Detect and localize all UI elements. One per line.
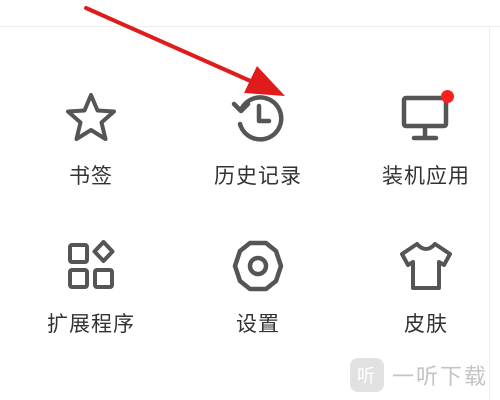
menu-item-label: 书签 <box>69 164 113 188</box>
watermark: 听 一听下载 <box>349 358 488 392</box>
menu-item-label: 设置 <box>236 312 280 336</box>
menu-item-bookmarks[interactable]: 书签 <box>26 90 156 210</box>
history-icon <box>230 90 286 146</box>
watermark-text: 一听下载 <box>391 365 488 390</box>
menu-item-skin[interactable]: 皮肤 <box>361 238 491 358</box>
menu-item-label: 装机应用 <box>382 164 470 188</box>
menu-item-settings[interactable]: 设置 <box>193 238 323 358</box>
menu-item-label: 历史记录 <box>214 164 302 188</box>
menu-item-label: 扩展程序 <box>47 312 135 336</box>
gear-icon <box>230 238 286 294</box>
watermark-logo: 听 <box>349 358 384 392</box>
notification-badge <box>441 90 454 103</box>
menu-item-label: 皮肤 <box>404 312 448 336</box>
browser-menu-grid: 书签 历史记录 装机应用 扩展程序 设置 皮肤 <box>0 0 500 400</box>
extensions-icon <box>63 238 119 294</box>
shirt-icon <box>398 238 454 294</box>
menu-item-extensions[interactable]: 扩展程序 <box>26 238 156 358</box>
monitor-icon <box>398 90 454 146</box>
star-icon <box>63 90 119 146</box>
menu-item-apps[interactable]: 装机应用 <box>361 90 491 210</box>
menu-item-history[interactable]: 历史记录 <box>193 90 323 210</box>
